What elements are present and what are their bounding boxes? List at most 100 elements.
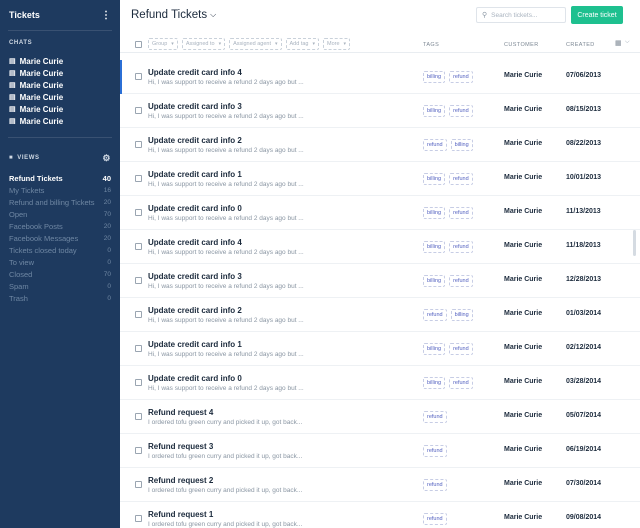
chat-item-name: Marie Curie — [19, 92, 64, 102]
tag-badge[interactable]: billing — [423, 241, 446, 253]
tag-badge[interactable]: refund — [423, 479, 447, 491]
tag-badge[interactable]: billing — [423, 207, 446, 219]
sidebar-view-item[interactable]: Trash 0 — [0, 292, 120, 304]
create-ticket-button[interactable]: Create ticket — [571, 6, 623, 24]
row-checkbox[interactable] — [135, 209, 142, 216]
tag-badge[interactable]: refund — [423, 513, 447, 525]
tag-badge[interactable]: refund — [423, 445, 447, 457]
column-header-customer[interactable]: CUSTOMER — [504, 42, 539, 48]
table-row[interactable]: Refund request 4 I ordered tofu green cur… — [120, 400, 640, 434]
sidebar-view-item[interactable]: Tickets closed today 0 — [0, 244, 120, 256]
scrollbar[interactable] — [633, 230, 636, 256]
tag-badge[interactable]: billing — [423, 343, 446, 355]
gear-icon[interactable]: ⚙ — [102, 153, 111, 164]
sidebar-view-item[interactable]: To view 0 — [0, 256, 120, 268]
tag-badge[interactable]: refund — [449, 207, 473, 219]
filter-dropdown[interactable]: Assigned to ▾ — [181, 38, 226, 50]
table-row[interactable]: Update credit card info 4 Hi, I was suppo… — [120, 230, 640, 264]
filter-dropdown[interactable]: Assigned agent ▾ — [229, 38, 282, 50]
tag-badge[interactable]: refund — [449, 173, 473, 185]
column-header-created[interactable]: CREATED — [566, 42, 595, 48]
search-box[interactable]: ⚲ — [476, 7, 566, 23]
ticket-tags: billing refund — [423, 241, 477, 253]
tag-badge[interactable]: billing — [423, 173, 446, 185]
chat-item[interactable]: ▤ Marie Curie — [0, 103, 120, 115]
view-label: My Tickets — [9, 185, 45, 195]
sidebar-view-item[interactable]: Refund and billing Tickets 20 — [0, 196, 120, 208]
row-checkbox[interactable] — [135, 107, 142, 114]
view-label: Spam — [9, 281, 29, 291]
table-row[interactable]: Update credit card info 2 Hi, I was suppo… — [120, 298, 640, 332]
row-checkbox[interactable] — [135, 481, 142, 488]
chevron-down-icon[interactable]: ⌵ — [625, 39, 630, 46]
tag-badge[interactable]: refund — [449, 105, 473, 117]
tag-badge[interactable]: refund — [449, 275, 473, 287]
table-row[interactable]: Update credit card info 4 Hi, I was suppo… — [120, 60, 640, 94]
chat-item[interactable]: ▤ Marie Curie — [0, 67, 120, 79]
tag-badge[interactable]: refund — [423, 309, 447, 321]
table-row[interactable]: Update credit card info 1 Hi, I was suppo… — [120, 332, 640, 366]
chat-item[interactable]: ▤ Marie Curie — [0, 91, 120, 103]
ticket-preview: Hi, I was support to receive a refund 2 … — [148, 79, 304, 86]
tag-badge[interactable]: refund — [449, 377, 473, 389]
ticket-customer: Marie Curie — [504, 208, 543, 215]
tag-badge[interactable]: refund — [423, 411, 447, 423]
ticket-created-date: 07/30/2014 — [566, 480, 602, 487]
filter-dropdown[interactable]: More ▾ — [323, 38, 351, 50]
tag-badge[interactable]: refund — [449, 241, 473, 253]
table-row[interactable]: Update credit card info 3 Hi, I was suppo… — [120, 264, 640, 298]
chat-item[interactable]: ▤ Marie Curie — [0, 79, 120, 91]
sidebar-view-item[interactable]: Facebook Posts 20 — [0, 220, 120, 232]
filter-dropdown[interactable]: Add tag ▾ — [285, 38, 319, 50]
sidebar-view-item[interactable]: My Tickets 16 — [0, 184, 120, 196]
chat-item-name: Marie Curie — [19, 116, 64, 126]
table-row[interactable]: Update credit card info 3 Hi, I was suppo… — [120, 94, 640, 128]
table-row[interactable]: Update credit card info 0 Hi, I was suppo… — [120, 366, 640, 400]
tag-badge[interactable]: billing — [423, 275, 446, 287]
tag-badge[interactable]: billing — [423, 105, 446, 117]
sidebar-view-item[interactable]: Open 70 — [0, 208, 120, 220]
ticket-created-date: 05/07/2014 — [566, 412, 602, 419]
column-header-tags[interactable]: TAGS — [423, 42, 439, 48]
tag-badge[interactable]: refund — [449, 71, 473, 83]
tag-badge[interactable]: billing — [423, 71, 446, 83]
view-selector[interactable]: Refund Tickets ⌵ — [131, 9, 216, 21]
kebab-icon[interactable]: ⋮ — [101, 10, 111, 21]
filter-dropdown[interactable]: Group ▾ — [148, 38, 178, 50]
sidebar-view-item[interactable]: Spam 0 — [0, 280, 120, 292]
table-row[interactable]: Refund request 1 I ordered tofu green cur… — [120, 502, 640, 528]
table-row[interactable]: Update credit card info 0 Hi, I was suppo… — [120, 196, 640, 230]
ticket-created-date: 06/19/2014 — [566, 446, 602, 453]
row-checkbox[interactable] — [135, 379, 142, 386]
tag-badge[interactable]: refund — [449, 343, 473, 355]
table-row[interactable]: Refund request 2 I ordered tofu green cur… — [120, 468, 640, 502]
select-all-checkbox[interactable] — [135, 41, 142, 48]
row-checkbox[interactable] — [135, 175, 142, 182]
table-row[interactable]: Update credit card info 2 Hi, I was suppo… — [120, 128, 640, 162]
tag-badge[interactable]: billing — [450, 309, 473, 321]
row-checkbox[interactable] — [135, 515, 142, 522]
row-checkbox[interactable] — [135, 243, 142, 250]
row-checkbox[interactable] — [135, 447, 142, 454]
table-row[interactable]: Refund request 3 I ordered tofu green cur… — [120, 434, 640, 468]
chat-item[interactable]: ▤ Marie Curie — [0, 115, 120, 127]
sidebar-view-item[interactable]: Facebook Messages 20 — [0, 232, 120, 244]
tag-badge[interactable]: billing — [450, 139, 473, 151]
search-input[interactable] — [491, 11, 562, 19]
row-checkbox[interactable] — [135, 141, 142, 148]
chevron-down-icon: ▾ — [275, 41, 278, 47]
row-checkbox[interactable] — [135, 413, 142, 420]
view-label: Tickets closed today — [9, 245, 77, 255]
row-checkbox[interactable] — [135, 345, 142, 352]
table-row[interactable]: Update credit card info 1 Hi, I was suppo… — [120, 162, 640, 196]
chat-bubble-icon: ▤ — [9, 82, 16, 89]
sidebar-view-item[interactable]: Closed 70 — [0, 268, 120, 280]
chat-item[interactable]: ▤ Marie Curie — [0, 55, 120, 67]
columns-icon[interactable]: ▦ — [615, 39, 622, 47]
tag-badge[interactable]: refund — [423, 139, 447, 151]
row-checkbox[interactable] — [135, 311, 142, 318]
row-checkbox[interactable] — [135, 277, 142, 284]
sidebar-view-item[interactable]: Refund Tickets 40 — [0, 172, 120, 184]
tag-badge[interactable]: billing — [423, 377, 446, 389]
row-checkbox[interactable] — [135, 73, 142, 80]
